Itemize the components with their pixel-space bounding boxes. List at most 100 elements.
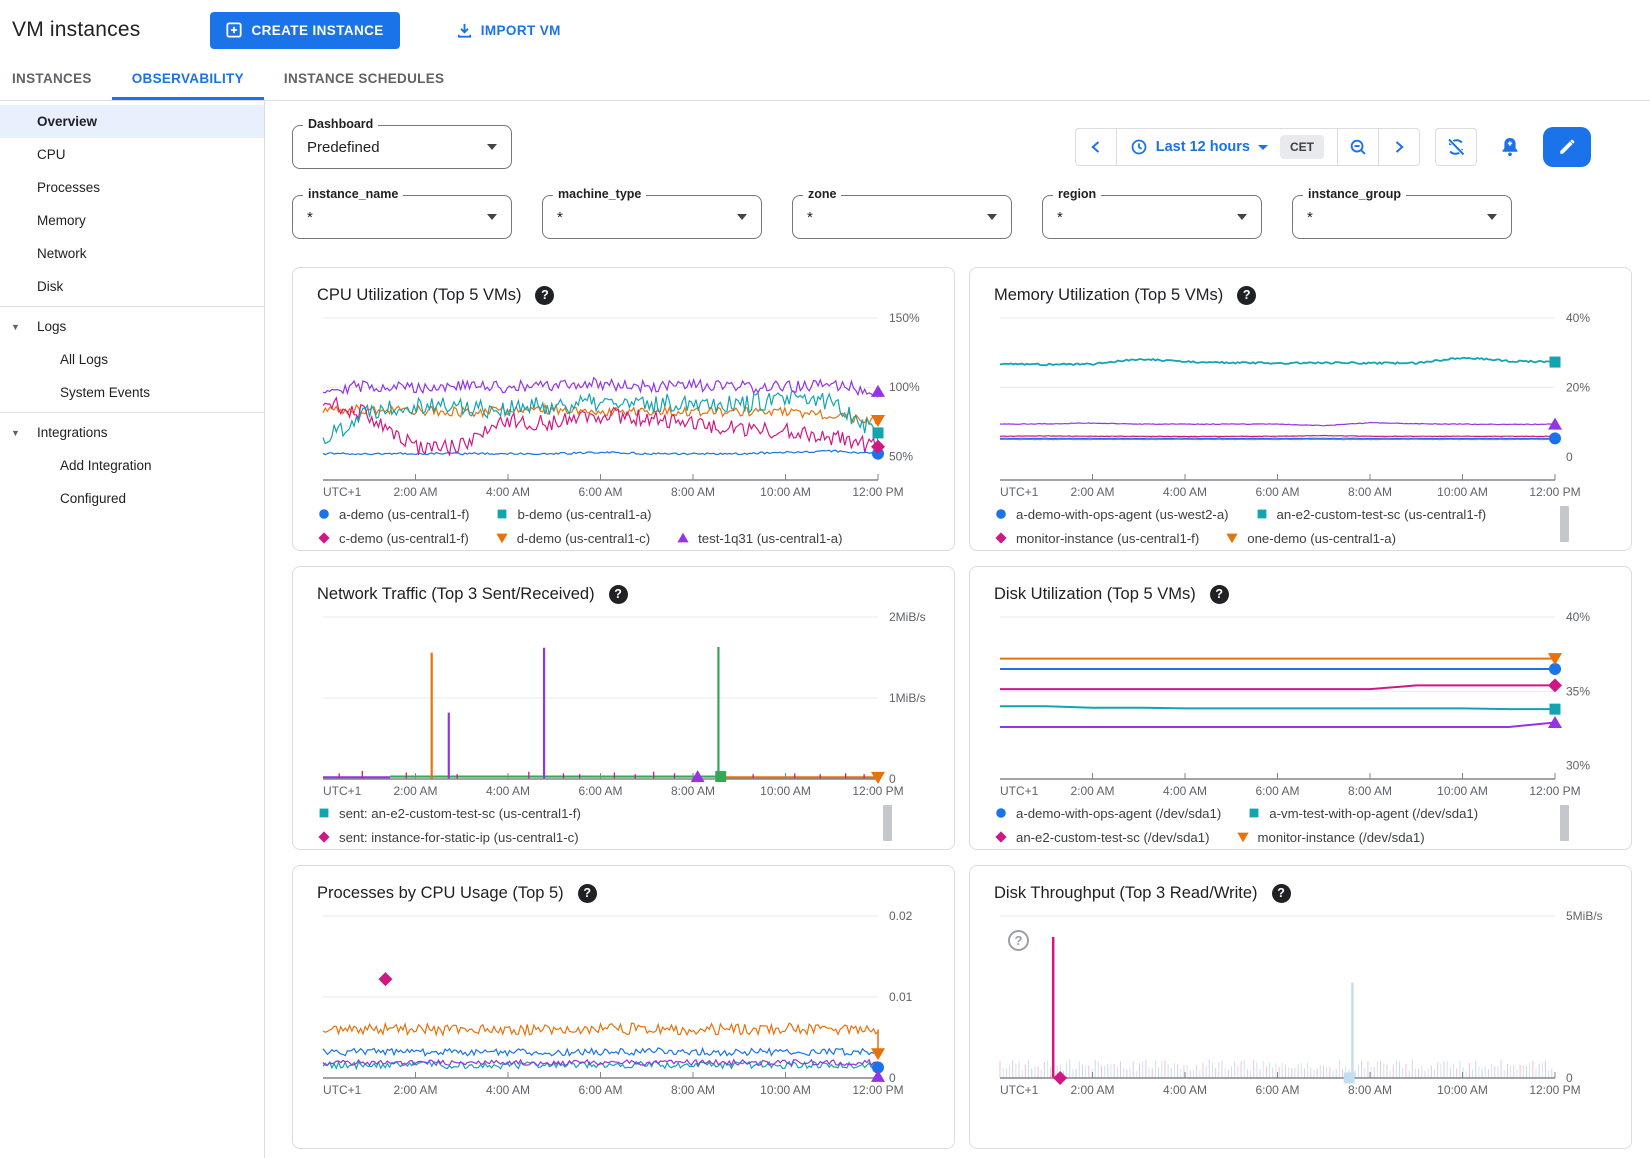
- auto-refresh-off-button[interactable]: [1435, 128, 1477, 166]
- svg-text:12:00 PM: 12:00 PM: [1529, 485, 1580, 499]
- svg-text:10:00 AM: 10:00 AM: [1437, 1083, 1488, 1097]
- sidebar-item-overview[interactable]: Overview: [0, 105, 264, 138]
- svg-text:10:00 AM: 10:00 AM: [1437, 485, 1488, 499]
- legend-row: c-demo (us-central1-f) d-demo (us-central…: [317, 529, 932, 547]
- filter-select-machine-type[interactable]: machine_type*: [542, 195, 762, 239]
- sidebar-item-network[interactable]: Network: [0, 237, 264, 270]
- sidebar-item-label: Logs: [37, 319, 66, 334]
- legend-scrollbar[interactable]: [883, 805, 892, 841]
- legend-item[interactable]: c-demo (us-central1-f): [317, 531, 469, 546]
- legend-item[interactable]: a-demo (us-central1-f): [317, 507, 469, 522]
- chart-title: CPU Utilization (Top 5 VMs): [317, 286, 521, 305]
- chart-plot-area[interactable]: 40%35%30%UTC+12:00 AM4:00 AM6:00 AM8:00 …: [992, 609, 1609, 804]
- filter-select-region[interactable]: region*: [1042, 195, 1262, 239]
- legend-item[interactable]: an-e2-custom-test-sc (us-central1-f): [1255, 507, 1487, 522]
- help-icon[interactable]: ?: [535, 286, 554, 305]
- sidebar-item-integrations[interactable]: ▼Integrations: [0, 416, 264, 449]
- page-title: VM instances: [12, 18, 140, 42]
- legend-item[interactable]: b-demo (us-central1-a): [495, 507, 651, 522]
- sidebar-item-disk[interactable]: Disk: [0, 270, 264, 303]
- svg-text:UTC+1: UTC+1: [323, 1083, 362, 1097]
- legend-marker-icon: [317, 507, 331, 521]
- legend-item[interactable]: d-demo (us-central1-c): [495, 531, 650, 546]
- legend-scrollbar[interactable]: [1560, 805, 1569, 841]
- create-instance-label: CREATE INSTANCE: [251, 23, 383, 38]
- create-instance-button[interactable]: CREATE INSTANCE: [210, 12, 399, 49]
- chart-plot-area[interactable]: 150%100%50%UTC+12:00 AM4:00 AM6:00 AM8:0…: [315, 310, 932, 505]
- sidebar-item-cpu[interactable]: CPU: [0, 138, 264, 171]
- sidebar-item-configured[interactable]: Configured: [0, 482, 264, 515]
- help-icon[interactable]: ?: [1272, 884, 1291, 903]
- legend-item[interactable]: a-demo-with-ops-agent (/dev/sda1): [994, 806, 1221, 821]
- sidebar-item-add-integration[interactable]: Add Integration: [0, 449, 264, 482]
- help-icon[interactable]: ?: [609, 585, 628, 604]
- filter-value: *: [807, 209, 813, 226]
- svg-text:4:00 AM: 4:00 AM: [1163, 485, 1207, 499]
- svg-text:6:00 AM: 6:00 AM: [1255, 1083, 1299, 1097]
- help-icon[interactable]: ?: [1210, 585, 1229, 604]
- legend-marker-icon: [317, 830, 331, 844]
- sidebar-item-system-events[interactable]: System Events: [0, 376, 264, 409]
- legend-item[interactable]: an-e2-custom-test-sc (/dev/sda1): [994, 830, 1210, 845]
- legend-item[interactable]: sent: an-e2-custom-test-sc (us-central1-…: [317, 806, 581, 821]
- chart-title: Processes by CPU Usage (Top 5): [317, 884, 564, 903]
- zoom-out-button[interactable]: [1338, 129, 1378, 165]
- svg-text:2:00 AM: 2:00 AM: [393, 1083, 437, 1097]
- time-range-group: Last 12 hours CET: [1075, 128, 1420, 166]
- no-data-help-icon[interactable]: ?: [1008, 930, 1029, 951]
- svg-text:UTC+1: UTC+1: [323, 784, 362, 798]
- legend-item[interactable]: test-1q31 (us-central1-a): [676, 531, 842, 546]
- sidebar-item-memory[interactable]: Memory: [0, 204, 264, 237]
- edit-dashboard-button[interactable]: [1543, 127, 1591, 167]
- sidebar-item-processes[interactable]: Processes: [0, 171, 264, 204]
- chart-plot-area[interactable]: 2MiB/s1MiB/s0UTC+12:00 AM4:00 AM6:00 AM8…: [315, 609, 932, 804]
- import-vm-button[interactable]: IMPORT VM: [450, 21, 567, 40]
- time-forward-button[interactable]: [1379, 129, 1419, 165]
- sidebar-item-logs[interactable]: ▼ Logs: [0, 310, 264, 343]
- legend-item[interactable]: monitor-instance (us-central1-f): [994, 531, 1199, 546]
- filter-select-instance-group[interactable]: instance_group*: [1292, 195, 1512, 239]
- svg-text:10:00 AM: 10:00 AM: [760, 1083, 811, 1097]
- svg-text:10:00 AM: 10:00 AM: [760, 784, 811, 798]
- legend-item[interactable]: sent: instance-for-static-ip (us-central…: [317, 830, 579, 845]
- alert-bell-icon[interactable]: [1492, 134, 1528, 160]
- help-icon[interactable]: ?: [578, 884, 597, 903]
- time-range-button[interactable]: Last 12 hours CET: [1117, 129, 1337, 165]
- chart-card-memory-utilization-top-5-vms: Memory Utilization (Top 5 VMs)?40%20%0UT…: [969, 267, 1632, 551]
- chart-plot-area[interactable]: 0.020.010UTC+12:00 AM4:00 AM6:00 AM8:00 …: [315, 908, 932, 1103]
- legend-item[interactable]: one-demo (us-central1-a): [1225, 531, 1396, 546]
- svg-text:UTC+1: UTC+1: [1000, 1083, 1039, 1097]
- help-icon[interactable]: ?: [1237, 286, 1256, 305]
- time-back-button[interactable]: [1076, 129, 1116, 165]
- expander-arrow-icon[interactable]: ▼: [11, 322, 20, 332]
- svg-text:2:00 AM: 2:00 AM: [1070, 784, 1114, 798]
- chevron-down-icon: [1237, 214, 1247, 220]
- svg-text:2:00 AM: 2:00 AM: [393, 784, 437, 798]
- charts-grid: CPU Utilization (Top 5 VMs)? 150%100%50%U…: [292, 267, 1637, 1149]
- tab-instances[interactable]: INSTANCES: [12, 60, 112, 100]
- legend-scrollbar[interactable]: [1560, 506, 1569, 542]
- svg-text:4:00 AM: 4:00 AM: [486, 1083, 530, 1097]
- legend-item[interactable]: a-vm-test-with-op-agent (/dev/sda1): [1247, 806, 1478, 821]
- sidebar-item-all-logs[interactable]: All Logs: [0, 343, 264, 376]
- filter-select-instance-name[interactable]: instance_name*: [292, 195, 512, 239]
- svg-text:6:00 AM: 6:00 AM: [1255, 784, 1299, 798]
- expander-arrow-icon[interactable]: ▼: [11, 428, 20, 438]
- dashboard-select[interactable]: Dashboard Predefined: [292, 125, 512, 169]
- tab-observability[interactable]: OBSERVABILITY: [112, 60, 264, 100]
- chart-plot-area[interactable]: 5MiB/s0UTC+12:00 AM4:00 AM6:00 AM8:00 AM…: [992, 908, 1609, 1103]
- legend-item[interactable]: a-demo-with-ops-agent (us-west2-a): [994, 507, 1229, 522]
- legend-label: sent: an-e2-custom-test-sc (us-central1-…: [339, 806, 581, 821]
- legend-label: monitor-instance (us-central1-f): [1016, 531, 1199, 546]
- sidebar-item-label: Add Integration: [60, 458, 152, 473]
- tab-instance-schedules[interactable]: INSTANCE SCHEDULES: [264, 60, 464, 100]
- chart-plot-area[interactable]: 40%20%0UTC+12:00 AM4:00 AM6:00 AM8:00 AM…: [992, 310, 1609, 505]
- svg-text:8:00 AM: 8:00 AM: [671, 784, 715, 798]
- legend-item[interactable]: monitor-instance (/dev/sda1): [1236, 830, 1425, 845]
- time-range-label: Last 12 hours: [1156, 139, 1250, 155]
- chart-legend: a-demo (us-central1-f) b-demo (us-central…: [315, 505, 932, 547]
- chevron-down-icon: [487, 144, 497, 150]
- timezone-badge[interactable]: CET: [1280, 135, 1324, 159]
- filter-select-zone[interactable]: zone*: [792, 195, 1012, 239]
- svg-text:12:00 PM: 12:00 PM: [852, 485, 903, 499]
